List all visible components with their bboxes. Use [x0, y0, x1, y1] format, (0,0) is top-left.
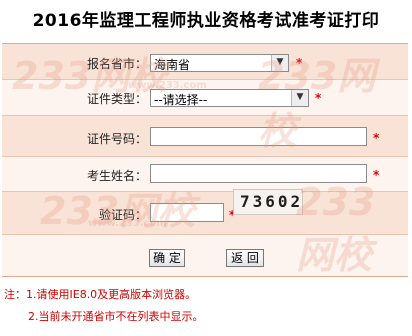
id-number-required-mark: *	[373, 131, 380, 145]
form-row-province: 报名省市： 海南省 ▼ *	[2, 44, 408, 80]
note-line-1: 注：1.请使用IE8.0及更高版本浏览器。	[4, 288, 197, 301]
name-input[interactable]	[150, 164, 367, 183]
form-row-captcha: 验证码： *	[2, 192, 408, 235]
print-form: 报名省市： 海南省 ▼ * 证件类型： --请选择-- ▼ * 证件号码： * …	[2, 43, 408, 277]
province-required-mark: *	[296, 56, 303, 70]
notes-section: 注：1.请使用IE8.0及更高版本浏览器。 2.当前未开通省市不在列表中显示。	[4, 286, 204, 330]
chevron-down-icon[interactable]: ▼	[271, 55, 288, 71]
id-number-input[interactable]	[150, 127, 367, 146]
back-button[interactable]: 返 回	[226, 249, 264, 267]
id-type-label: 证件类型：	[86, 92, 147, 106]
confirm-button[interactable]: 确 定	[149, 249, 185, 267]
captcha-image[interactable]: 73602	[233, 189, 303, 215]
captcha-image-text: 73602	[240, 192, 303, 211]
id-type-required-mark: *	[315, 91, 322, 105]
name-required-mark: *	[373, 168, 380, 182]
form-row-id-number: 证件号码： *	[2, 116, 408, 157]
captcha-label: 验证码：	[98, 208, 147, 222]
form-row-buttons	[2, 235, 408, 276]
chevron-down-icon[interactable]: ▼	[291, 90, 308, 106]
name-label: 考生姓名：	[86, 169, 147, 183]
province-label: 报名省市：	[86, 57, 147, 71]
id-number-label: 证件号码：	[86, 132, 147, 146]
id-type-select[interactable]: --请选择-- ▼	[150, 89, 309, 107]
province-selected-value: 海南省	[154, 58, 191, 72]
page-title: 2016年监理工程师执业资格考试准考证打印	[32, 11, 380, 31]
id-type-selected-value: --请选择--	[154, 93, 208, 107]
captcha-input[interactable]	[150, 203, 224, 222]
note-line-2: 2.当前未开通省市不在列表中显示。	[28, 310, 204, 323]
form-row-id-type: 证件类型： --请选择-- ▼ *	[2, 80, 408, 116]
province-select[interactable]: 海南省 ▼	[150, 54, 289, 72]
form-row-name: 考生姓名： *	[2, 157, 408, 192]
